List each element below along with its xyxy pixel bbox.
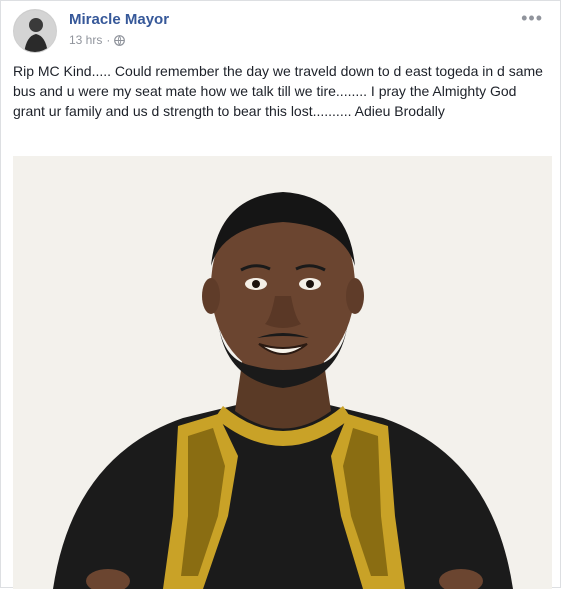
more-options-icon[interactable]: ••• [521,9,543,27]
post-photo[interactable] [13,156,552,589]
author-name-link[interactable]: Miracle Mayor [69,11,169,28]
post-timestamp[interactable]: 13 hrs [69,33,102,47]
facebook-post: Miracle Mayor 13 hrs · ••• Rip MC Kind..… [0,0,561,589]
post-header: Miracle Mayor 13 hrs · ••• [13,9,543,53]
post-meta: 13 hrs · [69,33,126,47]
author-avatar[interactable] [13,9,57,53]
meta-separator: · [106,33,111,47]
post-text: Rip MC Kind..... Could remember the day … [13,63,543,119]
globe-icon [114,34,126,46]
